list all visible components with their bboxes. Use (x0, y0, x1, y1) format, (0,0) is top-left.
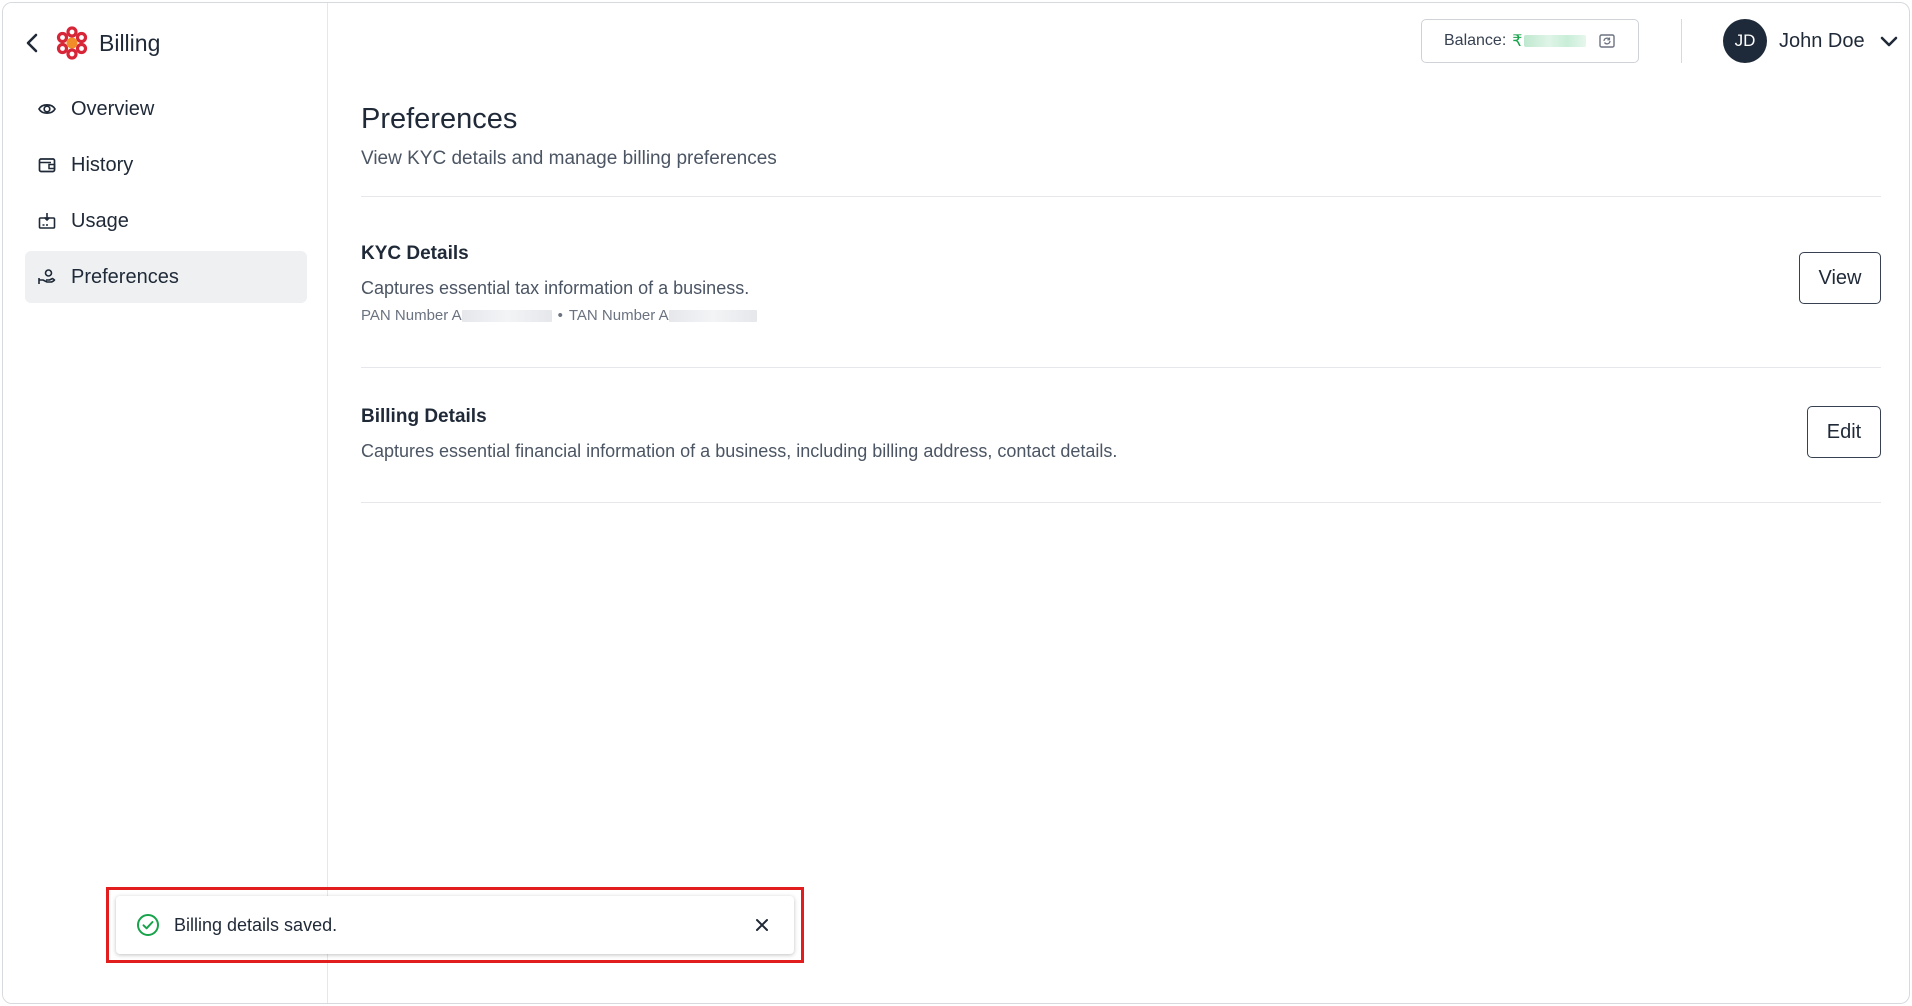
user-menu[interactable]: JD John Doe (1723, 19, 1899, 63)
kyc-title: KYC Details (361, 243, 469, 264)
avatar: JD (1723, 19, 1767, 63)
view-kyc-button[interactable]: View (1799, 252, 1881, 304)
tan-number-label: TAN Number A (568, 307, 669, 324)
toast-notification: Billing details saved. (116, 896, 794, 954)
toast-message: Billing details saved. (174, 914, 338, 935)
chevron-down-icon[interactable] (1879, 31, 1899, 51)
sidebar: Billing Overview History Usage Preferenc… (3, 3, 328, 1003)
billing-description: Captures essential financial information… (361, 441, 1118, 461)
user-name: John Doe (1779, 29, 1865, 52)
currency-symbol: ₹ (1512, 33, 1523, 50)
kyc-section: KYC Details Captures essential tax infor… (361, 197, 1881, 367)
billing-logo-icon (55, 26, 89, 60)
header-divider (1681, 19, 1682, 63)
wallet-icon (35, 153, 59, 177)
preferences-icon (35, 265, 59, 289)
toast-highlight-box: Billing details saved. (106, 887, 804, 963)
pan-number-redacted (461, 309, 552, 322)
billing-title: Billing Details (361, 406, 487, 427)
kyc-description: Captures essential tax information of a … (361, 278, 750, 298)
pan-number-label: PAN Number A (361, 307, 462, 324)
balance-widget[interactable]: Balance: ₹ (1421, 19, 1639, 63)
sidebar-item-label: History (71, 153, 134, 176)
back-arrow-icon[interactable] (21, 32, 43, 54)
balance-amount-redacted (1524, 35, 1587, 47)
sidebar-item-history[interactable]: History (25, 139, 307, 191)
kyc-meta: PAN Number A • TAN Number A (361, 307, 757, 324)
sidebar-item-overview[interactable]: Overview (25, 83, 307, 135)
edit-billing-button[interactable]: Edit (1807, 406, 1881, 458)
sidebar-item-label: Usage (71, 209, 129, 232)
app-title: Billing (99, 29, 161, 56)
check-circle-icon (136, 913, 160, 937)
sidebar-item-preferences[interactable]: Preferences (25, 251, 307, 303)
tan-number-redacted (668, 309, 757, 322)
billing-section: Billing Details Captures essential finan… (361, 368, 1881, 502)
section-divider (361, 502, 1881, 503)
sidebar-item-label: Preferences (71, 265, 179, 288)
page-subtitle: View KYC details and manage billing pref… (361, 148, 777, 169)
sidebar-nav: Overview History Usage Preferences (25, 83, 307, 307)
meta-separator: • (557, 307, 563, 324)
eye-icon (35, 97, 59, 121)
usage-icon (35, 209, 59, 233)
main-content: Preferences View KYC details and manage … (361, 103, 1881, 503)
close-icon[interactable] (750, 913, 774, 937)
refresh-icon[interactable] (1598, 32, 1616, 50)
brand-header: Billing (21, 23, 160, 63)
app-window: Billing Overview History Usage Preferenc… (2, 2, 1910, 1004)
balance-label: Balance: (1444, 32, 1507, 49)
page-title: Preferences (361, 103, 518, 135)
sidebar-item-label: Overview (71, 97, 155, 120)
sidebar-item-usage[interactable]: Usage (25, 195, 307, 247)
